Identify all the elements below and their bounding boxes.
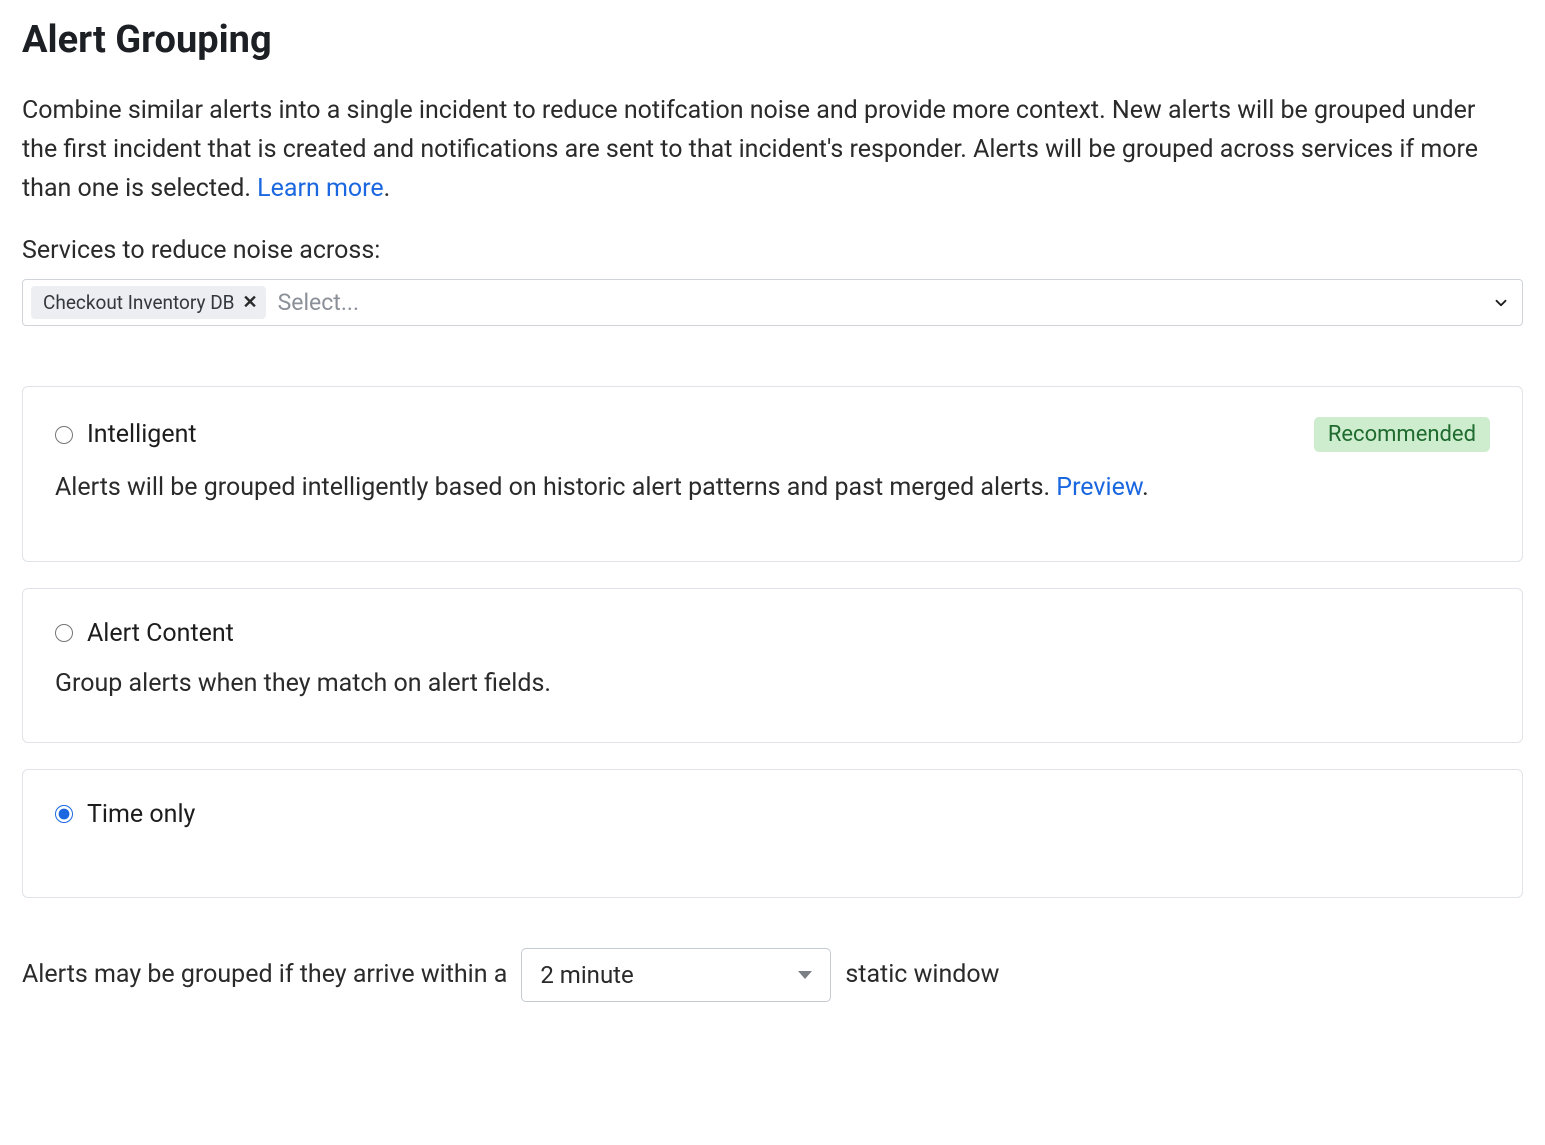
time-config-prefix: Alerts may be grouped if they arrive wit… bbox=[22, 960, 507, 989]
service-chip: Checkout Inventory DB ✕ bbox=[31, 286, 266, 319]
time-window-dropdown[interactable]: 2 minute bbox=[521, 948, 831, 1002]
preview-link[interactable]: Preview bbox=[1056, 473, 1142, 502]
option-card-intelligent: Intelligent Recommended Alerts will be g… bbox=[22, 386, 1523, 561]
time-window-value: 2 minute bbox=[540, 961, 633, 989]
caret-down-icon bbox=[798, 971, 812, 979]
learn-more-link[interactable]: Learn more bbox=[257, 174, 383, 203]
option-title-time-only[interactable]: Time only bbox=[87, 800, 195, 829]
description-text: Combine similar alerts into a single inc… bbox=[22, 96, 1478, 203]
option-desc-alert-content: Group alerts when they match on alert fi… bbox=[55, 666, 1490, 702]
services-multiselect[interactable]: Checkout Inventory DB ✕ Select... bbox=[22, 279, 1523, 326]
radio-alert-content[interactable] bbox=[55, 624, 73, 642]
intelligent-desc-after: . bbox=[1142, 473, 1149, 502]
page-description: Combine similar alerts into a single inc… bbox=[22, 92, 1502, 208]
radio-time-only[interactable] bbox=[55, 805, 73, 823]
time-config-suffix: static window bbox=[845, 960, 999, 989]
option-title-intelligent[interactable]: Intelligent bbox=[87, 420, 197, 449]
radio-intelligent[interactable] bbox=[55, 426, 73, 444]
option-card-time-only: Time only bbox=[22, 769, 1523, 898]
option-desc-intelligent: Alerts will be grouped intelligently bas… bbox=[55, 470, 1490, 506]
intelligent-desc-text: Alerts will be grouped intelligently bas… bbox=[55, 473, 1056, 502]
description-after: . bbox=[384, 174, 391, 203]
chevron-down-icon[interactable] bbox=[1492, 294, 1510, 312]
option-title-alert-content[interactable]: Alert Content bbox=[87, 619, 234, 648]
services-label: Services to reduce noise across: bbox=[22, 236, 1523, 265]
service-chip-label: Checkout Inventory DB bbox=[43, 291, 235, 314]
time-config-row: Alerts may be grouped if they arrive wit… bbox=[22, 948, 1523, 1002]
page-title: Alert Grouping bbox=[22, 18, 1523, 62]
option-card-alert-content: Alert Content Group alerts when they mat… bbox=[22, 588, 1523, 743]
recommended-badge: Recommended bbox=[1314, 417, 1490, 452]
multiselect-placeholder: Select... bbox=[278, 289, 1492, 316]
close-icon[interactable]: ✕ bbox=[243, 294, 258, 312]
